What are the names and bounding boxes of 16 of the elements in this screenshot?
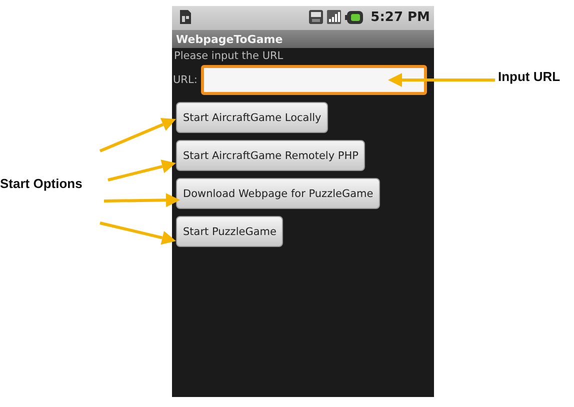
clock-time: 5:27 PM (370, 10, 430, 24)
app-title: WebpageToGame (172, 30, 434, 48)
start-button[interactable]: Start AircraftGame Locally (176, 102, 328, 133)
start-button[interactable]: Download Webpage for PuzzleGame (176, 178, 380, 209)
start-button[interactable]: Start AircraftGame Remotely PHP (176, 140, 366, 171)
pointer-arrow (108, 160, 176, 182)
start-button[interactable]: Start PuzzleGame (176, 216, 284, 247)
signal-icon (326, 10, 341, 24)
url-label: URL: (173, 74, 198, 86)
annotation-label: Input URL (498, 69, 560, 84)
annotation-label: Start Options (0, 176, 82, 191)
battery-icon (344, 10, 363, 24)
network-icon (308, 10, 323, 24)
prompt-text: Please input the URL (173, 49, 284, 62)
sim-card-icon (180, 10, 191, 24)
url-input-field[interactable] (201, 65, 428, 95)
